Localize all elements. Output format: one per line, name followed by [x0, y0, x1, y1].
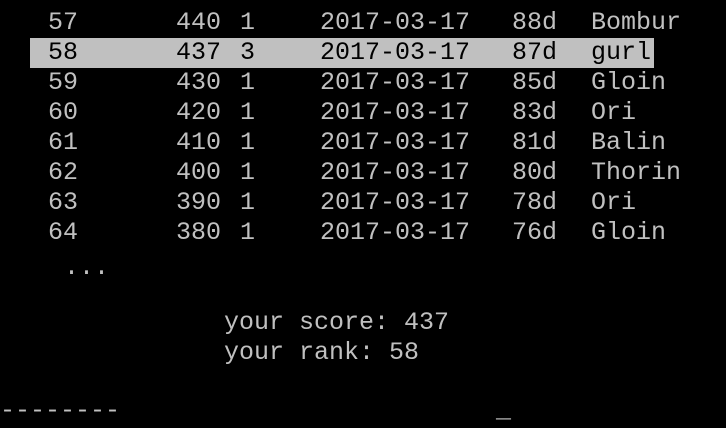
date-cell: 2017-03-17 [320, 38, 471, 67]
date-cell: 2017-03-17 [320, 8, 471, 37]
level-cell: 1 [240, 68, 256, 97]
partial-table-row: 56 440 1 2017-03-17 90d Dwalin [0, 0, 726, 8]
table-row-current-player: 58 437 3 2017-03-17 87d gurl [0, 38, 726, 68]
age-cell: 88d [512, 8, 558, 37]
age-cell: 83d [512, 98, 558, 127]
rank-cell: 59 [48, 68, 79, 97]
your-score-text: your score: 437 [224, 308, 450, 337]
footer-dashes: -------- [0, 396, 121, 425]
table-row: 61 410 1 2017-03-17 81d Balin [0, 128, 726, 158]
date-cell: 2017-03-17 [320, 68, 471, 97]
table-row: 57 440 1 2017-03-17 88d Bombur [0, 8, 726, 38]
table-row: 60 420 1 2017-03-17 83d Ori [0, 98, 726, 128]
rank-cell: 57 [48, 8, 79, 37]
name-cell: Ori [591, 98, 637, 127]
level-cell: 1 [240, 218, 256, 247]
date-cell: 2017-03-17 [320, 128, 471, 157]
name-cell: Balin [591, 128, 667, 157]
date-cell: 2017-03-17 [320, 218, 471, 247]
rank-cell: 61 [48, 128, 79, 157]
score-cell: 410 [176, 128, 222, 157]
score-cell: 440 [176, 8, 222, 37]
date-cell: 2017-03-17 [320, 98, 471, 127]
name-cell: Ori [591, 188, 637, 217]
level-cell: 1 [240, 188, 256, 217]
date-cell: 2017-03-17 [320, 188, 471, 217]
text-cursor: _ [496, 396, 512, 425]
terminal-window: 56 440 1 2017-03-17 90d Dwalin 57 440 1 201… [0, 0, 726, 428]
date-cell: 2017-03-17 [320, 158, 471, 187]
score-cell: 430 [176, 68, 222, 97]
score-cell: 380 [176, 218, 222, 247]
score-cell: 420 [176, 98, 222, 127]
level-cell: 1 [240, 0, 255, 8]
table-row: 64 380 1 2017-03-17 76d Gloin [0, 218, 726, 248]
name-cell: Thorin [591, 158, 682, 187]
score-cell: 390 [176, 188, 222, 217]
rank-cell: 60 [48, 98, 79, 127]
age-cell: 80d [512, 158, 558, 187]
name-cell: gurl [591, 38, 652, 67]
score-cell: 400 [176, 158, 222, 187]
table-row: 63 390 1 2017-03-17 78d Ori [0, 188, 726, 218]
rank-cell: 56 [48, 0, 78, 8]
rank-cell: 64 [48, 218, 79, 247]
name-cell: Bombur [591, 8, 682, 37]
level-cell: 1 [240, 128, 256, 157]
level-cell: 1 [240, 98, 256, 127]
score-cell: 437 [176, 38, 222, 67]
age-cell: 85d [512, 68, 558, 97]
age-cell: 87d [512, 38, 558, 67]
rank-cell: 62 [48, 158, 79, 187]
name-cell: Gloin [591, 218, 667, 247]
age-cell: 90d [512, 0, 557, 8]
date-cell: 2017-03-17 [320, 0, 470, 8]
rank-cell: 63 [48, 188, 79, 217]
name-cell: Dwalin [591, 0, 681, 8]
rank-cell: 58 [48, 38, 79, 67]
score-cell: 440 [176, 0, 221, 8]
table-row: 59 430 1 2017-03-17 85d Gloin [0, 68, 726, 98]
name-cell: Gloin [591, 68, 667, 97]
age-cell: 76d [512, 218, 558, 247]
level-cell: 3 [240, 38, 256, 67]
your-rank-text: your rank: 58 [224, 338, 420, 367]
age-cell: 81d [512, 128, 558, 157]
more-entries-ellipsis: ... [64, 253, 110, 282]
age-cell: 78d [512, 188, 558, 217]
table-row: 62 400 1 2017-03-17 80d Thorin [0, 158, 726, 188]
level-cell: 1 [240, 158, 256, 187]
level-cell: 1 [240, 8, 256, 37]
